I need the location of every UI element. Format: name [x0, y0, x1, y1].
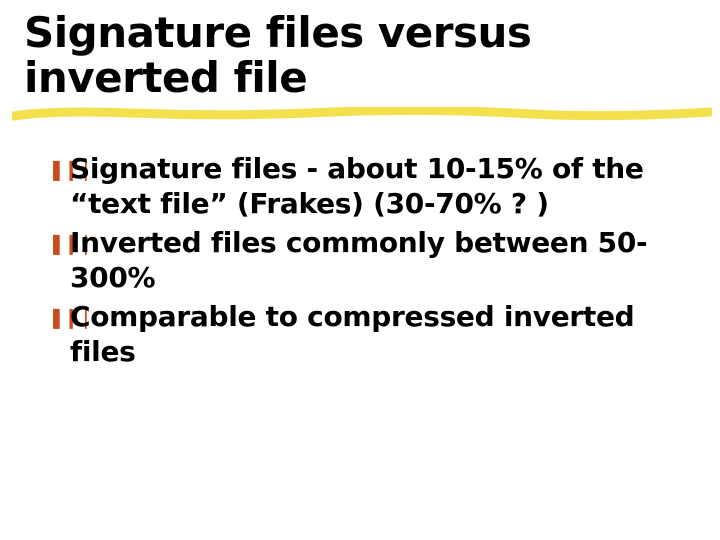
title-underline	[12, 107, 706, 115]
bullet-glyph-icon: ❚❙❘	[48, 225, 70, 255]
list-item: ❚❙❘ Signature files - about 10-15% of th…	[48, 151, 696, 221]
bullet-glyph-icon: ❚❙❘	[48, 151, 70, 181]
brush-underline-icon	[12, 107, 712, 121]
slide: Signature files versus inverted file ❚❙❘…	[0, 0, 720, 540]
list-item: ❚❙❘ Inverted files commonly between 50-3…	[48, 225, 696, 295]
bullet-text: Signature files - about 10-15% of the “t…	[70, 151, 696, 221]
bullet-text: Comparable to compressed inverted files	[70, 299, 696, 369]
list-item: ❚❙❘ Comparable to compressed inverted fi…	[48, 299, 696, 369]
slide-title: Signature files versus inverted file	[24, 10, 696, 101]
bullet-text: Inverted files commonly between 50-300%	[70, 225, 696, 295]
bullet-glyph-icon: ❚❙❘	[48, 299, 70, 329]
bullet-list: ❚❙❘ Signature files - about 10-15% of th…	[24, 151, 696, 369]
